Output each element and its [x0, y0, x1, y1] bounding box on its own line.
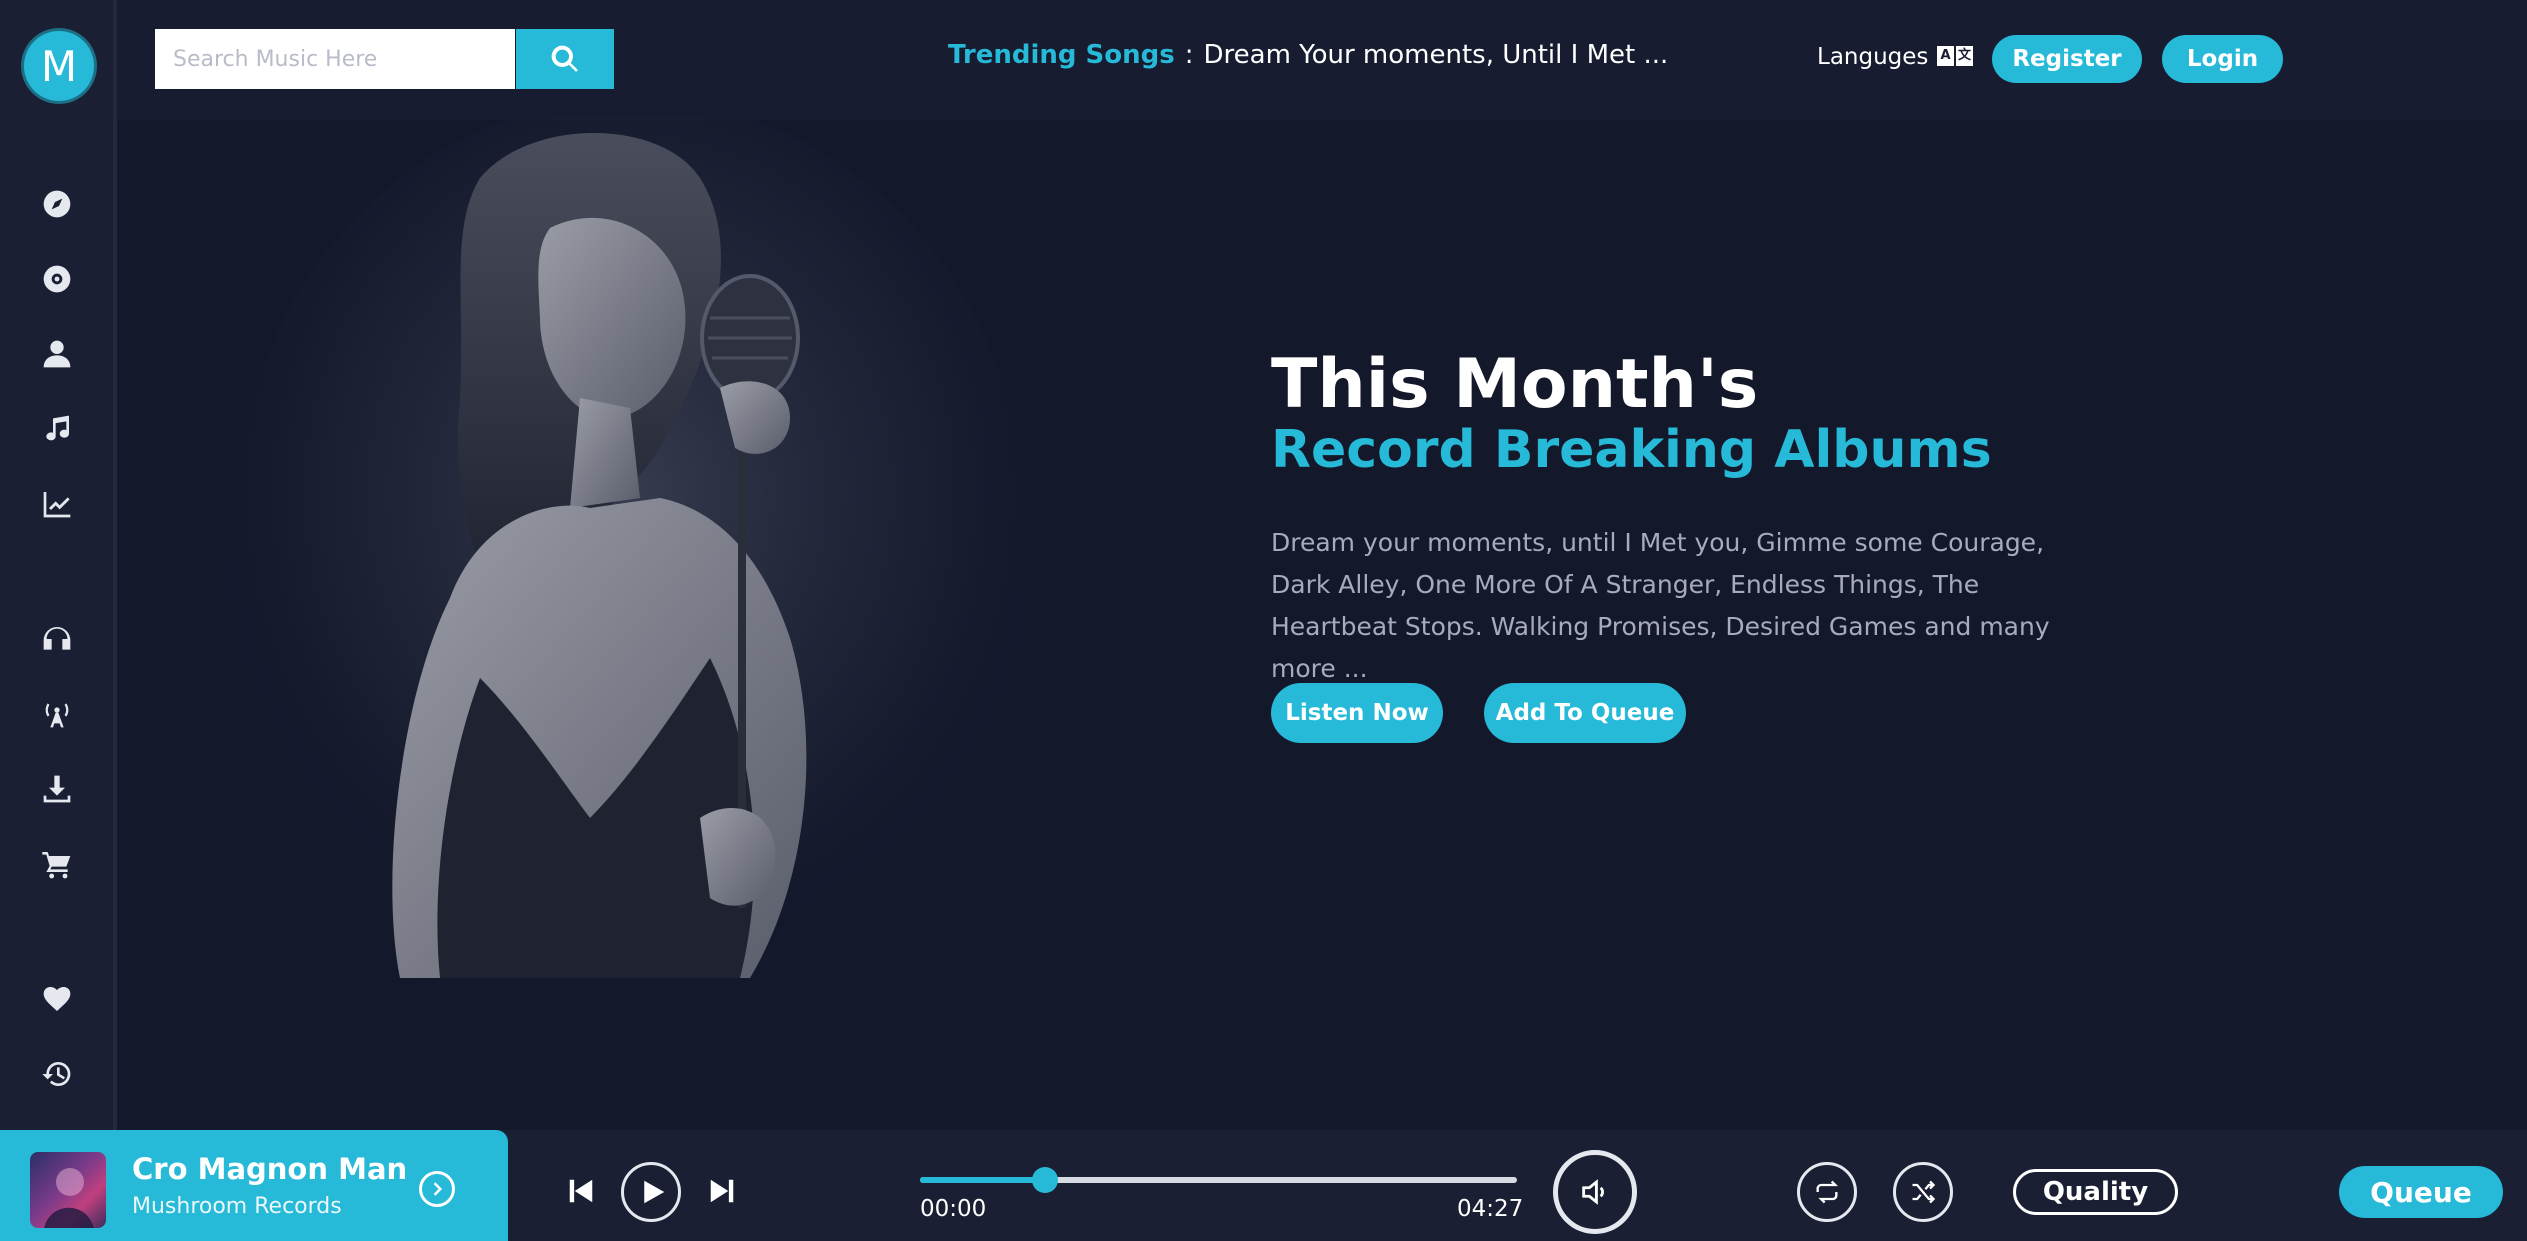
chevron-right-icon[interactable]: [419, 1171, 455, 1207]
logo-letter: M: [40, 41, 78, 91]
user-icon[interactable]: [38, 335, 76, 373]
history-icon[interactable]: [38, 1055, 76, 1093]
current-time: 00:00: [920, 1196, 987, 1222]
search-input[interactable]: [155, 29, 515, 89]
track-artist[interactable]: Mushroom Records: [132, 1194, 342, 1219]
repeat-icon: [1816, 1180, 1838, 1204]
cart-icon[interactable]: [38, 845, 76, 883]
trending-label: Trending Songs: [948, 40, 1175, 70]
chart-icon[interactable]: [38, 485, 76, 523]
volume-button[interactable]: [1553, 1150, 1637, 1234]
volume-icon: [1582, 1179, 1604, 1205]
music-note-icon[interactable]: [38, 410, 76, 448]
radio-tower-icon[interactable]: [38, 695, 76, 733]
previous-button[interactable]: [566, 1176, 596, 1206]
hero-description: Dream your moments, until I Met you, Gim…: [1271, 528, 2050, 683]
logo[interactable]: M: [24, 31, 94, 101]
total-time: 04:27: [1457, 1196, 1524, 1222]
search-icon: [551, 45, 578, 72]
play-button[interactable]: [621, 1162, 681, 1222]
album-thumbnail[interactable]: [30, 1152, 106, 1228]
hero-singer-image: [230, 118, 1030, 978]
search-button[interactable]: [516, 29, 614, 89]
heart-icon[interactable]: [38, 980, 76, 1018]
download-icon[interactable]: [38, 770, 76, 808]
shuffle-icon: [1912, 1180, 1936, 1204]
listen-now-button[interactable]: Listen Now: [1271, 683, 1443, 743]
compass-icon[interactable]: [38, 185, 76, 223]
trending-separator: :: [1184, 40, 1194, 70]
play-icon: [644, 1180, 665, 1204]
now-playing: Cro Magnon Man Mushroom Records: [0, 1130, 508, 1241]
skip-back-icon: [569, 1179, 593, 1203]
add-to-queue-button[interactable]: Add To Queue: [1484, 683, 1686, 743]
queue-button[interactable]: Queue: [2339, 1166, 2503, 1218]
skip-forward-icon: [710, 1179, 734, 1203]
hero-title: This Month's: [1271, 345, 1759, 424]
shuffle-button[interactable]: [1893, 1162, 1953, 1222]
register-button[interactable]: Register: [1992, 35, 2142, 83]
hero-subtitle: Record Breaking Albums: [1271, 420, 1992, 480]
track-title[interactable]: Cro Magnon Man: [132, 1152, 407, 1186]
next-button[interactable]: [707, 1176, 737, 1206]
login-button[interactable]: Login: [2162, 35, 2283, 83]
trending-songs: Trending Songs: Dream Your moments, Until…: [948, 40, 1668, 70]
repeat-button[interactable]: [1797, 1162, 1857, 1222]
sidebar: M: [0, 0, 117, 1130]
disc-icon[interactable]: [38, 260, 76, 298]
progress-slider[interactable]: [920, 1167, 1517, 1193]
quality-button[interactable]: Quality: [2013, 1169, 2178, 1215]
headphones-icon[interactable]: [38, 620, 76, 658]
trending-songs-text[interactable]: Dream Your moments, Until I Met ...: [1204, 40, 1669, 70]
translate-icon[interactable]: A文: [1937, 46, 1973, 68]
languages-label[interactable]: Languges: [1817, 44, 1928, 70]
progress-fill: [920, 1177, 1046, 1183]
